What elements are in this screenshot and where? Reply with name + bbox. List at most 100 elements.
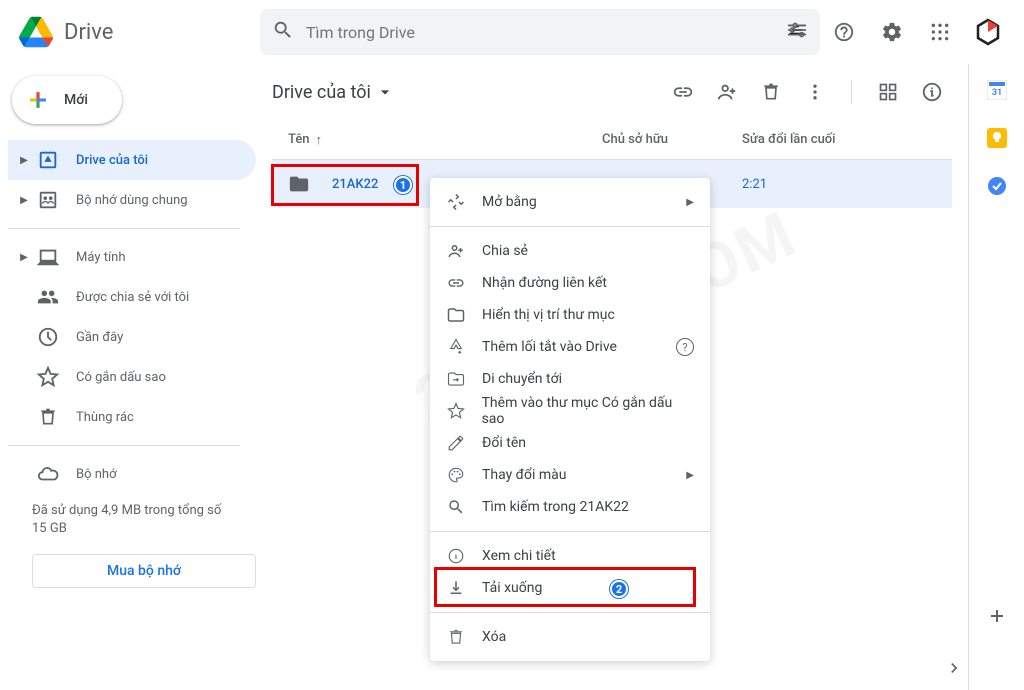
menu-remove[interactable]: Xóa	[430, 621, 710, 653]
computer-icon	[36, 245, 60, 269]
search-icon	[446, 497, 466, 517]
sidebar-item-label: Bộ nhớ	[76, 467, 117, 482]
sidebar-item-starred[interactable]: Có gắn dấu sao	[8, 357, 256, 397]
sidebar: Mới ▶ Drive của tôi ▶ Bộ nhớ dùng chung …	[0, 64, 256, 690]
apps-icon[interactable]	[920, 12, 960, 52]
menu-separator	[430, 612, 710, 613]
svg-text:31: 31	[991, 88, 1001, 98]
tasks-app-icon[interactable]	[987, 176, 1007, 200]
column-headers: Tên↑ Chủ sở hữu Sửa đổi lần cuối	[272, 120, 952, 160]
link-icon	[446, 273, 466, 293]
separator	[851, 80, 852, 104]
context-menu: Mở bằng ▶ Chia sẻ Nhận đường liên kết Hi…	[430, 178, 710, 661]
chevron-right-icon: ▶	[686, 197, 694, 208]
sidebar-item-storage[interactable]: Bộ nhớ	[8, 454, 256, 494]
search-icon	[272, 19, 294, 45]
sidebar-item-label: Drive của tôi	[76, 153, 148, 168]
sidebar-item-recent[interactable]: Gần đây	[8, 317, 256, 357]
menu-share[interactable]: Chia sẻ	[430, 235, 710, 267]
breadcrumb[interactable]: Drive của tôi	[272, 82, 395, 103]
storage-text: Đã sử dụng 4,9 MB trong tổng số 15 GB	[8, 494, 256, 554]
sidebar-item-label: Thùng rác	[76, 410, 134, 425]
help-icon[interactable]: ?	[676, 338, 694, 356]
keep-app-icon[interactable]	[987, 128, 1007, 152]
drive-icon	[36, 148, 60, 172]
search-input[interactable]	[306, 23, 786, 42]
hide-side-panel-icon[interactable]	[944, 658, 964, 682]
info-icon	[446, 546, 466, 566]
people-icon	[36, 285, 60, 309]
details-icon[interactable]	[912, 72, 952, 112]
buy-storage-button[interactable]: Mua bộ nhớ	[32, 554, 256, 588]
menu-get-link[interactable]: Nhận đường liên kết	[430, 267, 710, 299]
menu-open-with[interactable]: Mở bằng ▶	[430, 186, 710, 218]
new-button-label: Mới	[64, 92, 88, 108]
help-icon[interactable]	[824, 12, 864, 52]
file-modified: 2:21	[742, 177, 952, 192]
clock-icon	[36, 325, 60, 349]
remove-icon[interactable]	[751, 72, 791, 112]
cloud-icon	[36, 462, 60, 486]
palette-icon	[446, 465, 466, 485]
plus-icon	[24, 86, 52, 114]
more-options-icon[interactable]	[795, 72, 835, 112]
menu-separator	[430, 531, 710, 532]
share-icon[interactable]	[707, 72, 747, 112]
chevron-right-icon: ▶	[16, 252, 32, 263]
add-app-icon[interactable]	[987, 606, 1007, 630]
account-avatar[interactable]	[968, 12, 1008, 52]
new-button[interactable]: Mới	[12, 76, 122, 124]
star-icon	[446, 401, 466, 421]
folder-outline-icon	[446, 305, 466, 325]
divider	[8, 445, 240, 446]
menu-change-color[interactable]: Thay đổi màu ▶	[430, 459, 710, 491]
shared-drive-icon	[36, 188, 60, 212]
folder-icon	[288, 172, 312, 196]
divider	[8, 228, 240, 229]
column-owner[interactable]: Chủ sở hữu	[602, 132, 742, 147]
annotation-badge-2: 2	[610, 580, 628, 598]
sidebar-item-label: Máy tính	[76, 250, 126, 265]
logo-area[interactable]: Drive	[16, 12, 260, 52]
menu-rename[interactable]: Đổi tên	[430, 427, 710, 459]
sidebar-item-label: Bộ nhớ dùng chung	[76, 193, 188, 208]
trash-icon	[36, 405, 60, 429]
chevron-right-icon: ▶	[16, 195, 32, 206]
chevron-down-icon	[375, 82, 395, 102]
menu-view-details[interactable]: Xem chi tiết	[430, 540, 710, 572]
sort-asc-icon: ↑	[316, 132, 323, 148]
sidebar-item-label: Được chia sẻ với tôi	[76, 290, 189, 305]
menu-search-within[interactable]: Tìm kiếm trong 21AK22	[430, 491, 710, 523]
menu-separator	[430, 226, 710, 227]
settings-icon[interactable]	[872, 12, 912, 52]
edit-icon	[446, 433, 466, 453]
sidebar-item-my-drive[interactable]: ▶ Drive của tôi	[8, 140, 256, 180]
menu-download[interactable]: Tải xuống	[430, 572, 710, 604]
person-add-icon	[446, 241, 466, 261]
annotation-badge-1: 1	[394, 176, 412, 194]
file-name: 21AK22	[332, 177, 378, 192]
move-icon	[446, 369, 466, 389]
search-options-icon[interactable]	[786, 19, 808, 45]
grid-view-icon[interactable]	[868, 72, 908, 112]
sidebar-item-trash[interactable]: Thùng rác	[8, 397, 256, 437]
column-modified[interactable]: Sửa đổi lần cuối	[742, 132, 952, 147]
sidebar-item-computers[interactable]: ▶ Máy tính	[8, 237, 256, 277]
menu-show-location[interactable]: Hiển thị vị trí thư mục	[430, 299, 710, 331]
breadcrumb-label: Drive của tôi	[272, 82, 371, 103]
menu-add-shortcut[interactable]: Thêm lối tắt vào Drive ?	[430, 331, 710, 363]
get-link-icon[interactable]	[663, 72, 703, 112]
menu-move-to[interactable]: Di chuyển tới	[430, 363, 710, 395]
chevron-right-icon: ▶	[16, 155, 32, 166]
star-icon	[36, 365, 60, 389]
sidebar-item-shared-with-me[interactable]: Được chia sẻ với tôi	[8, 277, 256, 317]
menu-add-to-starred[interactable]: Thêm vào thư mục Có gắn dấu sao	[430, 395, 710, 427]
chevron-right-icon: ▶	[686, 470, 694, 481]
trash-icon	[446, 627, 466, 647]
calendar-app-icon[interactable]: 31	[987, 80, 1007, 104]
sidebar-item-shared-drives[interactable]: ▶ Bộ nhớ dùng chung	[8, 180, 256, 220]
sidebar-item-label: Có gắn dấu sao	[76, 370, 166, 385]
column-name[interactable]: Tên↑	[272, 132, 602, 148]
side-panel: 31	[968, 64, 1024, 690]
search-bar[interactable]	[260, 9, 820, 55]
